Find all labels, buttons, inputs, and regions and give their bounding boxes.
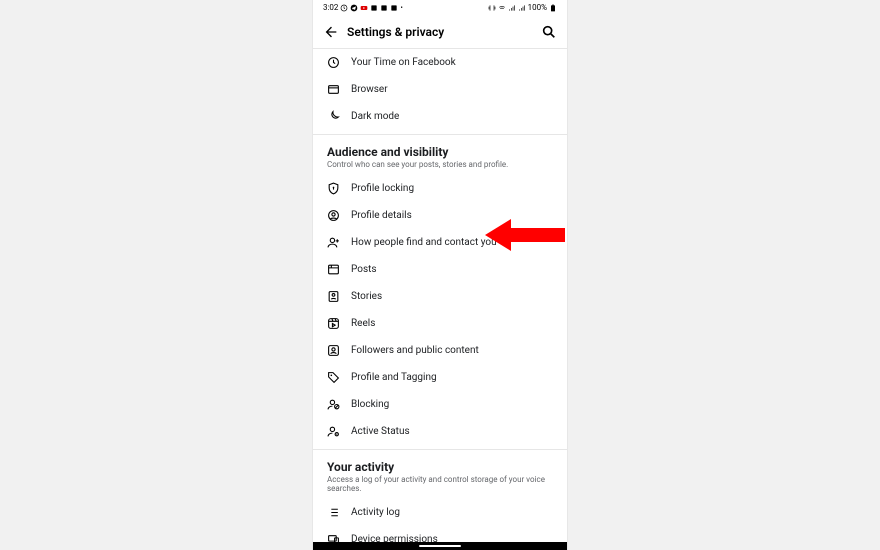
row-label: Profile locking: [351, 183, 414, 194]
statusbar-time: 3:02: [323, 3, 338, 12]
block-icon: [327, 398, 340, 411]
statusbar-right: 100%: [488, 3, 557, 12]
page-title: Settings & privacy: [347, 25, 541, 39]
back-icon[interactable]: [323, 24, 339, 40]
row-label: Reels: [351, 318, 375, 329]
content[interactable]: Your Time on Facebook Browser Dark mode …: [313, 49, 567, 550]
more-icon: •: [400, 4, 402, 12]
section-title: Your activity: [327, 460, 553, 474]
tag-icon: [327, 371, 340, 384]
section-sub: Control who can see your posts, stories …: [327, 160, 553, 169]
row-dark-mode[interactable]: Dark mode: [313, 103, 567, 130]
row-your-time[interactable]: Your Time on Facebook: [313, 49, 567, 76]
clock-icon: [340, 4, 348, 12]
person-circle-icon: [327, 209, 340, 222]
row-reels[interactable]: Reels: [313, 310, 567, 337]
app-icon: [390, 4, 398, 12]
section-activity: Your activity Access a log of your activ…: [313, 449, 567, 550]
row-profile-locking[interactable]: Profile locking: [313, 175, 567, 202]
row-label: How people find and contact you: [351, 237, 497, 248]
section-head: Your activity Access a log of your activ…: [313, 460, 567, 499]
row-label: Activity log: [351, 507, 400, 518]
reels-icon: [327, 317, 340, 330]
row-label: Profile and Tagging: [351, 372, 437, 383]
active-status-icon: [327, 425, 340, 438]
row-label: Profile details: [351, 210, 412, 221]
followers-icon: [327, 344, 340, 357]
row-profile-details[interactable]: Profile details: [313, 202, 567, 229]
nav-bar: [313, 542, 567, 550]
app-icon: [370, 4, 378, 12]
statusbar-left: 3:02 •: [323, 3, 403, 12]
row-activity-log[interactable]: Activity log: [313, 499, 567, 526]
browser-icon: [327, 83, 340, 96]
row-label: Posts: [351, 264, 377, 275]
row-active-status[interactable]: Active Status: [313, 418, 567, 445]
row-label: Followers and public content: [351, 345, 479, 356]
row-browser[interactable]: Browser: [313, 76, 567, 103]
moon-icon: [327, 110, 340, 123]
signal-icon: [518, 4, 526, 12]
row-stories[interactable]: Stories: [313, 283, 567, 310]
youtube-icon: [360, 4, 368, 12]
battery-text: 100%: [528, 3, 547, 12]
statusbar: 3:02 • 100%: [313, 0, 567, 15]
list-icon: [327, 506, 340, 519]
row-followers[interactable]: Followers and public content: [313, 337, 567, 364]
vibrate-icon: [488, 4, 496, 12]
shield-icon: [327, 182, 340, 195]
row-blocking[interactable]: Blocking: [313, 391, 567, 418]
signal-icon: [508, 4, 516, 12]
clock-icon: [327, 56, 340, 69]
section-title: Audience and visibility: [327, 145, 553, 159]
row-label: Browser: [351, 84, 388, 95]
battery-icon: [549, 4, 557, 12]
posts-icon: [327, 263, 340, 276]
row-find-contact[interactable]: How people find and contact you: [313, 229, 567, 256]
row-tagging[interactable]: Profile and Tagging: [313, 364, 567, 391]
person-plus-icon: [327, 236, 340, 249]
home-indicator: [419, 545, 461, 547]
search-icon[interactable]: [541, 24, 557, 40]
row-label: Stories: [351, 291, 382, 302]
section-audience: Audience and visibility Control who can …: [313, 134, 567, 445]
stories-icon: [327, 290, 340, 303]
row-label: Active Status: [351, 426, 410, 437]
row-posts[interactable]: Posts: [313, 256, 567, 283]
appbar: Settings & privacy: [313, 15, 567, 49]
row-label: Dark mode: [351, 111, 399, 122]
telegram-icon: [350, 4, 358, 12]
wifi-icon: [498, 4, 506, 12]
row-label: Your Time on Facebook: [351, 57, 456, 68]
section-sub: Access a log of your activity and contro…: [327, 475, 553, 493]
phone-frame: 3:02 • 100% Settings & privacy: [313, 0, 567, 550]
row-label: Blocking: [351, 399, 389, 410]
app-icon: [380, 4, 388, 12]
section-head: Audience and visibility Control who can …: [313, 145, 567, 175]
